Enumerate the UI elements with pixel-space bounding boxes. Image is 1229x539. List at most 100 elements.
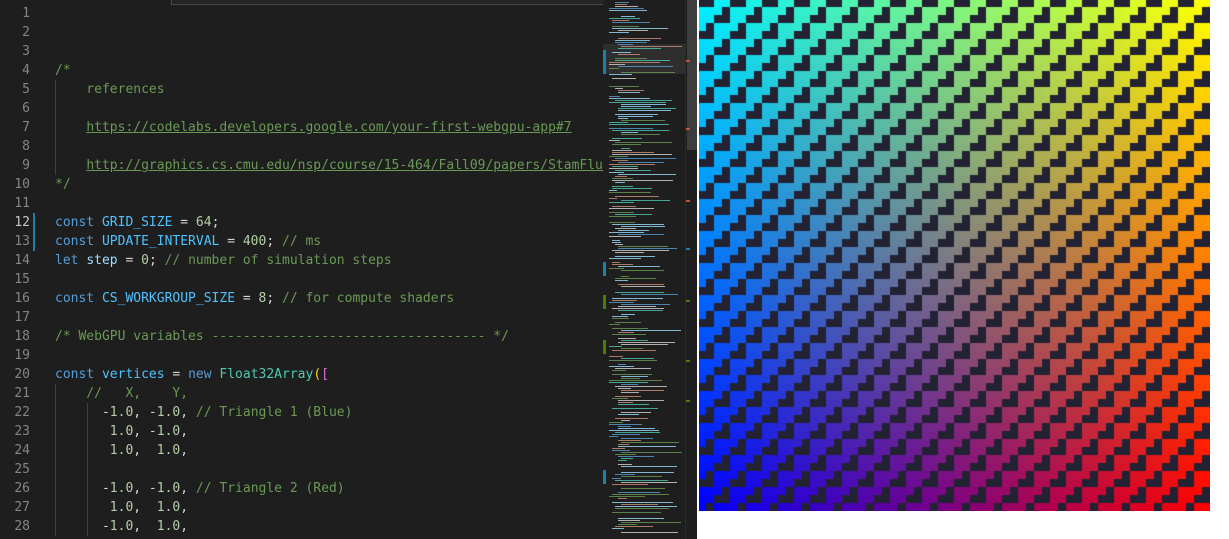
minimap-line <box>615 158 676 159</box>
code-line[interactable]: /* <box>55 61 71 80</box>
code-token: ; <box>266 291 282 306</box>
minimap-line <box>612 206 636 207</box>
minimap-line <box>618 456 654 457</box>
minimap-line <box>609 102 666 103</box>
minimap-line <box>612 494 669 495</box>
code-line[interactable]: const UPDATE_INTERVAL = 400; // ms <box>55 232 321 251</box>
minimap-line <box>612 398 628 399</box>
minimap-line <box>618 30 648 31</box>
find-widget[interactable] <box>171 0 603 5</box>
minimap-line <box>609 324 620 325</box>
code-line[interactable]: 1.0, 1.0, <box>55 498 188 517</box>
minimap-line <box>615 58 647 59</box>
code-token: , - <box>133 405 157 420</box>
minimap-line <box>615 506 677 507</box>
code-token: /* <box>55 63 71 78</box>
minimap-line <box>615 386 667 387</box>
minimap-line <box>615 228 636 229</box>
minimap-line <box>612 334 646 335</box>
minimap-line <box>615 42 647 43</box>
minimap-line <box>612 130 669 131</box>
minimap-line <box>612 478 621 479</box>
minimap-line <box>609 122 628 123</box>
minimap-line <box>618 414 639 415</box>
code-line[interactable]: -1.0, -1.0, // Triangle 1 (Blue) <box>55 403 353 422</box>
minimap-line <box>618 492 660 493</box>
minimap-line <box>618 266 660 267</box>
code-editor[interactable]: 1 2 3 4 5 6 7 8 9 10 11 12 13 14 15 16 17 18 19 20 21 22 23 24 2… <box>0 0 603 539</box>
code-token: vertices <box>101 367 165 382</box>
code-token: , <box>180 443 189 458</box>
minimap-line <box>609 168 638 169</box>
minimap[interactable] <box>603 0 685 539</box>
code-token: = <box>235 291 259 306</box>
minimap-line <box>615 114 658 115</box>
minimap-line <box>618 342 675 343</box>
code-line[interactable]: http://graphics.cs.cmu.edu/nsp/course/15… <box>55 156 603 175</box>
minimap-line <box>609 236 641 237</box>
line-number: 2 <box>22 25 30 40</box>
minimap-line <box>609 360 657 361</box>
minimap-line <box>621 384 638 385</box>
minimap-line <box>621 438 653 439</box>
code-line[interactable]: // X, Y, <box>55 384 188 403</box>
minimap-line <box>612 262 620 263</box>
code-token: 1.0 <box>109 500 134 515</box>
minimap-line <box>621 104 666 105</box>
minimap-line <box>618 48 661 49</box>
code-line[interactable]: -1.0, 1.0, <box>55 517 188 536</box>
minimap-line <box>621 452 682 453</box>
minimap-line <box>612 180 673 181</box>
minimap-line <box>615 526 653 527</box>
minimap-line <box>612 240 620 241</box>
code-line[interactable]: 1.0, -1.0, <box>55 422 188 441</box>
minimap-line <box>618 162 664 163</box>
code-token: // Triangle 1 (Blue) <box>195 405 353 420</box>
code-line[interactable]: /* WebGPU variables --------------------… <box>55 327 509 346</box>
code-line[interactable]: let step = 0; // number of simulation st… <box>55 251 392 270</box>
minimap-line <box>612 350 656 351</box>
minimap-line <box>612 26 639 27</box>
minimap-line <box>621 330 681 331</box>
minimap-line <box>615 40 650 41</box>
minimap-line <box>621 390 664 391</box>
code-line[interactable]: references <box>55 80 164 99</box>
minimap-line <box>618 116 653 117</box>
minimap-line <box>615 256 655 257</box>
code-line[interactable]: https://codelabs.developers.google.com/y… <box>55 118 571 137</box>
minimap-line <box>618 306 656 307</box>
minimap-line <box>621 106 651 107</box>
minimap-line <box>621 120 665 121</box>
code-token: , <box>180 500 189 515</box>
minimap-line <box>609 140 620 141</box>
code-line[interactable]: -1.0, -1.0, // Triangle 2 (Red) <box>55 479 345 498</box>
code-token: 1.0 <box>156 500 181 515</box>
code-token: 1.0 <box>109 443 134 458</box>
minimap-line <box>618 310 663 311</box>
code-line[interactable]: const GRID_SIZE = 64; <box>55 213 219 232</box>
minimap-line <box>615 474 635 475</box>
code-line[interactable]: 1.0, 1.0, <box>55 441 188 460</box>
minimap-line <box>609 212 634 213</box>
code-token: // for compute shaders <box>282 291 455 306</box>
code-token: = <box>172 215 196 230</box>
minimap-line <box>615 6 638 7</box>
minimap-line <box>621 314 635 315</box>
code-token: CS_WORKGROUP_SIZE <box>101 291 236 306</box>
line-number: 17 <box>14 310 30 325</box>
code-line[interactable]: */ <box>55 175 71 194</box>
minimap-line <box>618 248 677 249</box>
minimap-line <box>618 90 644 91</box>
minimap-line <box>609 32 629 33</box>
line-number: 3 <box>22 44 30 59</box>
indent-guide <box>55 384 56 536</box>
minimap-line <box>618 234 664 235</box>
code-line[interactable]: const vertices = new Float32Array([ <box>55 365 329 384</box>
minimap-line <box>609 232 644 233</box>
minimap-line <box>612 512 661 513</box>
code-token: , - <box>133 424 157 439</box>
code-token: 400 <box>242 234 267 249</box>
code-line[interactable]: const CS_WORKGROUP_SIZE = 8; // for comp… <box>55 289 454 308</box>
